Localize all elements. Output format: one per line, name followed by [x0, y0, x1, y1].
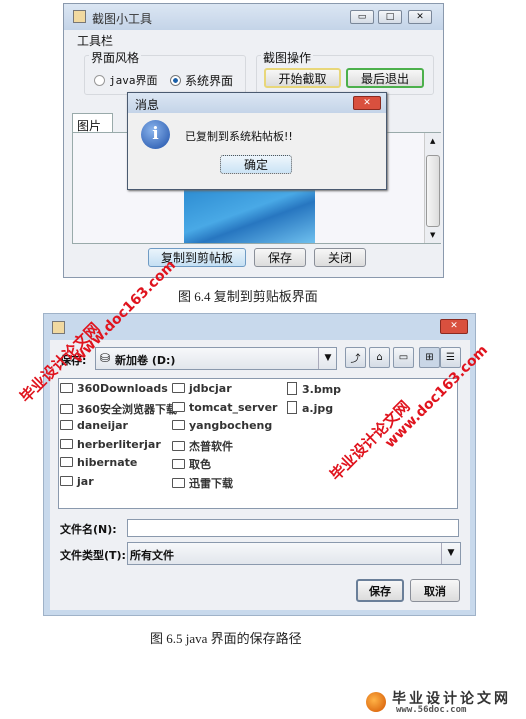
- drive-icon: ⛁: [100, 351, 111, 365]
- file-icon: [287, 400, 297, 414]
- ops-group-label: 截图操作: [261, 49, 314, 66]
- close-button[interactable]: ✕: [408, 10, 432, 24]
- cancel-button[interactable]: 取消: [410, 579, 460, 602]
- file-list-item[interactable]: 迅雷下载: [172, 475, 233, 491]
- figure-6-5-caption: 图 6.5 java 界面的保存路径: [150, 631, 302, 646]
- file-name: a.jpg: [302, 401, 334, 415]
- file-name: 3.bmp: [302, 383, 342, 396]
- scrollbar[interactable]: ▲ ▼: [424, 133, 441, 243]
- file-name: herberliterjar: [77, 437, 161, 451]
- folder-icon: [60, 438, 73, 449]
- file-list-item[interactable]: 360Downloads: [60, 382, 168, 395]
- filename-label: 文件名(N):: [60, 523, 117, 536]
- filetype-combo[interactable]: 所有文件 ▼: [127, 542, 461, 565]
- toolbar-label: 工具栏: [77, 34, 114, 48]
- file-name: 迅雷下载: [189, 477, 233, 490]
- home-icon[interactable]: ⌂: [369, 347, 390, 368]
- save-button[interactable]: 保存: [254, 248, 306, 267]
- file-list-item[interactable]: yangbocheng: [172, 419, 272, 432]
- close-button[interactable]: 关闭: [314, 248, 366, 267]
- radio-system[interactable]: 系统界面: [170, 72, 233, 89]
- folder-icon: [60, 420, 73, 431]
- folder-icon: [172, 459, 185, 470]
- folder-icon: [172, 420, 185, 431]
- folder-icon: [60, 403, 73, 414]
- file-list-item[interactable]: a.jpg: [287, 400, 334, 415]
- chevron-down-icon[interactable]: ▼: [318, 348, 337, 369]
- scroll-thumb[interactable]: [426, 155, 440, 227]
- filetype-value: 所有文件: [130, 549, 174, 562]
- start-capture-button[interactable]: 开始截取: [264, 68, 341, 88]
- dialog-title: 消息: [135, 98, 160, 112]
- maximize-button[interactable]: □: [378, 10, 402, 24]
- save-button[interactable]: 保存: [356, 579, 404, 602]
- file-name: 取色: [189, 458, 211, 472]
- folder-icon: [172, 383, 185, 393]
- folder-icon: [60, 476, 73, 486]
- scroll-down-icon[interactable]: ▼: [430, 231, 435, 239]
- file-list-item[interactable]: jar: [60, 475, 94, 488]
- file-list-item[interactable]: 360安全浏览器下载: [60, 401, 177, 417]
- filetype-label: 文件类型(T):: [60, 549, 126, 562]
- dialog-close-button[interactable]: ✕: [353, 96, 381, 110]
- file-list-item[interactable]: hibernate: [60, 456, 137, 469]
- up-folder-icon[interactable]: ⤴: [345, 347, 366, 368]
- folder-icon: [172, 478, 185, 488]
- file-name: yangbocheng: [189, 419, 273, 433]
- location-combo[interactable]: ⛁ 新加卷 (D:) ▼: [95, 347, 337, 370]
- folder-icon: [60, 383, 73, 393]
- window-title: 截图小工具: [92, 12, 153, 26]
- style-group-label: 界面风格: [89, 49, 142, 66]
- chevron-down-icon[interactable]: ▼: [441, 543, 460, 564]
- folder-icon: [172, 401, 185, 412]
- radio-unchecked-icon: [94, 74, 105, 86]
- file-list-item[interactable]: 取色: [172, 456, 211, 472]
- dialog-message: 已复制到系统粘帖板!!: [185, 130, 293, 143]
- folder-icon: [172, 440, 185, 451]
- file-list-item[interactable]: herberliterjar: [60, 438, 161, 451]
- ok-button[interactable]: 确定: [220, 155, 292, 174]
- file-name: jar: [77, 475, 94, 488]
- logo-ball-icon: [366, 692, 386, 712]
- site-logo: 毕业设计论文网 www.56doc.com: [362, 688, 522, 716]
- message-dialog: 消息 ✕ i 已复制到系统粘帖板!! 确定: [127, 92, 387, 190]
- file-name: 杰普软件: [189, 439, 233, 453]
- file-name: tomcat_server: [189, 400, 278, 414]
- info-icon: i: [141, 120, 170, 149]
- captured-image: [184, 186, 315, 243]
- file-list-item[interactable]: daneijar: [60, 419, 128, 432]
- radio-checked-icon: [170, 75, 181, 86]
- file-name: jdbcjar: [189, 382, 232, 395]
- file-name: 360安全浏览器下载: [77, 402, 177, 416]
- file-name: 360Downloads: [77, 382, 168, 395]
- file-list-item[interactable]: tomcat_server: [172, 401, 277, 414]
- figure-6-4-caption: 图 6.4 复制到剪贴板界面: [178, 289, 318, 304]
- file-list-item[interactable]: 3.bmp: [287, 382, 341, 396]
- list-view-icon[interactable]: ⊞: [419, 347, 440, 368]
- dialog-close-button[interactable]: ✕: [440, 319, 468, 334]
- title-bar: 截图小工具 ▭ □ ✕: [64, 4, 443, 30]
- logo-url: www.56doc.com: [396, 705, 467, 715]
- location-value: 新加卷 (D:): [115, 354, 176, 367]
- exit-button[interactable]: 最后退出: [346, 68, 424, 88]
- minimize-button[interactable]: ▭: [350, 10, 374, 24]
- file-name: daneijar: [77, 419, 128, 433]
- folder-icon: [60, 457, 73, 468]
- tab-picture-2[interactable]: 图片2: [72, 113, 113, 148]
- java-icon: [73, 10, 86, 23]
- radio-java[interactable]: java界面: [94, 72, 158, 88]
- file-icon: [287, 382, 297, 395]
- java-icon: [52, 321, 65, 334]
- filename-input[interactable]: [127, 519, 459, 537]
- file-list-item[interactable]: 杰普软件: [172, 438, 233, 454]
- file-name: hibernate: [77, 456, 138, 470]
- file-list-item[interactable]: jdbcjar: [172, 382, 232, 395]
- new-folder-icon[interactable]: ▭: [393, 347, 414, 368]
- dialog-title-bar: 消息 ✕: [128, 93, 386, 113]
- scroll-up-icon[interactable]: ▲: [430, 137, 435, 145]
